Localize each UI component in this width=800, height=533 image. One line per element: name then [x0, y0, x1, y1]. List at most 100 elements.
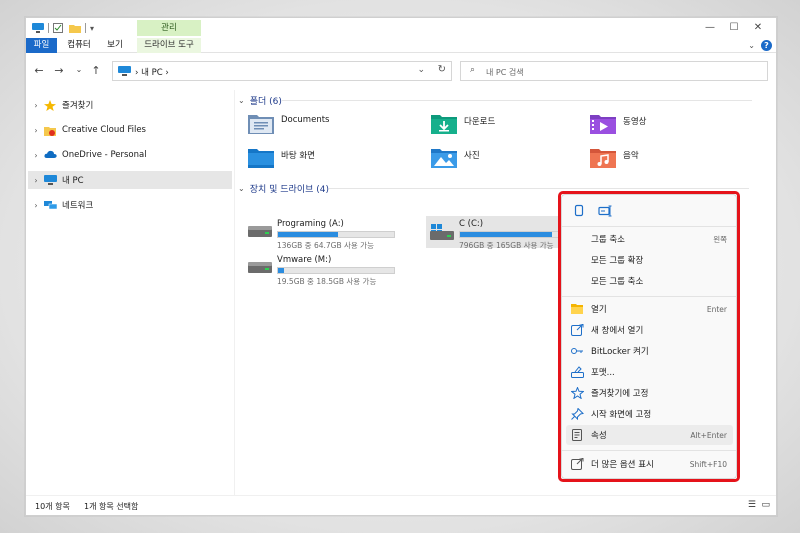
toolbar-separator	[48, 23, 49, 33]
folder-item[interactable]: 음악	[590, 146, 740, 176]
menu-separator	[562, 296, 736, 297]
address-bar[interactable]: › 내 PC › ⌄ ↻	[112, 61, 452, 81]
folder-name: 다운로드	[464, 117, 496, 127]
menu-item-label: 새 창에서 열기	[591, 326, 644, 336]
back-button[interactable]: ←	[32, 64, 46, 77]
folder-item[interactable]: 사진	[431, 146, 581, 176]
menu-item-open[interactable]: 열기 Enter	[566, 299, 733, 319]
drive-name: C (C:)	[459, 219, 484, 229]
sidebar-item-label: 즐겨찾기	[62, 101, 94, 111]
folder-open-icon	[571, 303, 585, 315]
drive-usage-bar	[277, 231, 395, 238]
menu-item-pin-start[interactable]: 시작 화면에 고정	[566, 404, 733, 424]
creative-cloud-folder-icon	[44, 125, 58, 136]
help-icon[interactable]: ?	[761, 40, 772, 51]
sidebar-item-network[interactable]: › 네트워크	[28, 196, 232, 214]
music-folder-icon	[590, 146, 616, 170]
folder-name: Documents	[281, 115, 330, 125]
copy-icon[interactable]	[572, 204, 586, 218]
menu-item-format[interactable]: 포맷...	[566, 362, 733, 382]
open-new-window-icon	[571, 323, 585, 336]
expand-chevron-icon[interactable]: ›	[28, 151, 44, 160]
folder-item[interactable]: 바탕 화면	[248, 146, 398, 176]
hard-drive-icon	[248, 260, 272, 276]
recent-locations-button[interactable]: ⌄	[72, 65, 86, 74]
tab-drive-tools[interactable]: 드라이브 도구	[137, 38, 201, 53]
context-menu: 그룹 축소 왼쪽 모든 그룹 확장 모든 그룹 축소 열기 Enter 새 창에…	[561, 194, 737, 479]
customize-toolbar-chevron-icon[interactable]: ▾	[90, 24, 94, 33]
quick-access-toolbar: ▾	[32, 21, 94, 35]
menu-item-shortcut: Shift+F10	[689, 459, 727, 469]
expand-ribbon-chevron-icon[interactable]: ⌄	[748, 41, 755, 50]
menu-item-collapse-all-groups[interactable]: 모든 그룹 축소	[566, 271, 733, 291]
tab-file[interactable]: 파일	[26, 38, 57, 53]
folder-item[interactable]: 동영상	[590, 112, 740, 142]
rename-icon[interactable]	[598, 204, 612, 218]
window-controls: — ☐ ✕	[698, 20, 770, 36]
title-bar: ▾ 관리 — ☐ ✕	[26, 18, 776, 38]
menu-item-show-more-options[interactable]: 더 많은 옵션 표시 Shift+F10	[566, 454, 733, 474]
menu-item-label: BitLocker 켜기	[591, 347, 649, 357]
item-count: 10개 항목	[35, 502, 70, 511]
sidebar-item-this-pc[interactable]: › 내 PC	[28, 171, 232, 189]
search-box[interactable]: ⌕ 내 PC 검색	[460, 61, 768, 81]
format-drive-icon	[571, 366, 585, 378]
tab-computer[interactable]: 컴퓨터	[61, 38, 97, 53]
menu-item-shortcut: Enter	[706, 304, 727, 314]
collapse-chevron-icon[interactable]: ⌄	[238, 184, 245, 193]
drives-group-header[interactable]: ⌄ 장치 및 드라이브 (4)	[238, 182, 749, 195]
expand-chevron-icon[interactable]: ›	[28, 126, 44, 135]
minimize-button[interactable]: —	[698, 20, 722, 36]
navigation-pane: › 즐겨찾기 › Creative Cloud Files › OneDrive…	[26, 90, 234, 495]
folder-item[interactable]: 다운로드	[431, 112, 581, 142]
new-folder-icon[interactable]	[69, 23, 81, 33]
menu-item-properties[interactable]: 속성 Alt+Enter	[566, 425, 733, 445]
folder-item[interactable]: Documents	[248, 112, 398, 142]
menu-item-pin-quick-access[interactable]: 즐겨찾기에 고정	[566, 383, 733, 403]
tab-view[interactable]: 보기	[101, 38, 129, 53]
sidebar-item-label: OneDrive - Personal	[62, 150, 147, 160]
search-icon: ⌕	[470, 65, 476, 75]
desktop-folder-icon	[248, 146, 274, 170]
expand-chevron-icon[interactable]: ›	[28, 101, 44, 110]
sidebar-item-onedrive[interactable]: › OneDrive - Personal	[28, 146, 232, 164]
menu-item-expand-all-groups[interactable]: 모든 그룹 확장	[566, 250, 733, 270]
folders-group-header[interactable]: ⌄ 폴더 (6)	[238, 94, 752, 107]
address-dropdown-chevron-icon[interactable]: ⌄	[417, 65, 425, 75]
this-pc-icon	[32, 23, 44, 33]
menu-item-bitlocker[interactable]: BitLocker 켜기	[566, 341, 733, 361]
menu-item-collapse-group[interactable]: 그룹 축소 왼쪽	[566, 229, 733, 249]
address-path[interactable]: › 내 PC ›	[135, 66, 169, 78]
sidebar-item-label: 내 PC	[62, 176, 84, 186]
group-divider	[329, 188, 749, 189]
more-options-icon	[571, 457, 585, 470]
expand-chevron-icon[interactable]: ›	[28, 201, 44, 210]
star-outline-icon	[570, 386, 585, 400]
menu-item-label: 더 많은 옵션 표시	[591, 460, 654, 470]
sidebar-item-favorites[interactable]: › 즐겨찾기	[28, 96, 232, 114]
context-menu-quick-actions	[562, 195, 736, 227]
collapse-chevron-icon[interactable]: ⌄	[238, 96, 245, 105]
refresh-icon[interactable]: ↻	[438, 64, 446, 75]
menu-item-label: 속성	[591, 431, 607, 441]
contextual-tab-header: 관리	[137, 20, 201, 36]
drive-item[interactable]: Vmware (M:) 19.5GB 중 18.5GB 사용 가능	[244, 252, 400, 286]
details-view-icon[interactable]: ☰	[748, 500, 756, 510]
up-button[interactable]: ↑	[89, 64, 103, 77]
drive-name: Vmware (M:)	[277, 255, 332, 265]
large-icons-view-icon[interactable]: ▭	[761, 500, 770, 510]
close-button[interactable]: ✕	[746, 20, 770, 36]
drive-free-space: 19.5GB 중 18.5GB 사용 가능	[277, 277, 377, 286]
maximize-button[interactable]: ☐	[722, 20, 746, 36]
expand-chevron-icon[interactable]: ›	[28, 176, 44, 185]
menu-item-label: 모든 그룹 축소	[591, 277, 644, 287]
drive-item[interactable]: Programing (A:) 136GB 중 64.7GB 사용 가능	[244, 216, 400, 250]
properties-check-icon[interactable]	[53, 23, 65, 33]
forward-button[interactable]: →	[52, 64, 66, 77]
group-divider	[281, 100, 752, 101]
pane-divider[interactable]	[234, 90, 235, 495]
drive-item-selected[interactable]: C (C:) 796GB 중 165GB 사용 가능	[426, 216, 582, 250]
properties-icon	[571, 429, 585, 441]
sidebar-item-creative-cloud[interactable]: › Creative Cloud Files	[28, 121, 232, 139]
menu-item-open-new-window[interactable]: 새 창에서 열기	[566, 320, 733, 340]
